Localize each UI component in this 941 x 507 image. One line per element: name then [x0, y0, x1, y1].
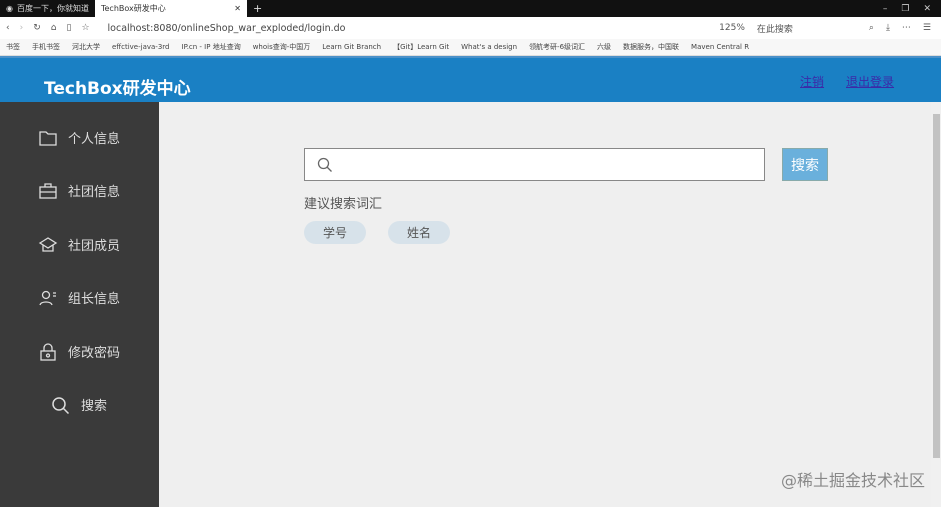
search-icon — [52, 396, 70, 414]
reader-icon[interactable]: ▯ — [66, 23, 71, 33]
bookmark-item[interactable]: Maven Central R — [691, 43, 749, 51]
app-header: TechBox研发中心 注销 退出登录 — [0, 56, 941, 102]
user-icon — [39, 290, 56, 305]
new-tab-button[interactable]: + — [247, 2, 262, 15]
scrollbar[interactable] — [931, 102, 941, 507]
menu-icon[interactable]: ☰ — [923, 23, 931, 33]
sidebar-item-label: 个人信息 — [68, 132, 121, 147]
search-icon[interactable]: ⌕ — [869, 23, 874, 33]
tab-baidu[interactable]: ◉ 百度一下，你就知道 — [0, 0, 95, 17]
star-icon[interactable]: ☆ — [81, 23, 89, 33]
minimize-icon[interactable]: – — [883, 4, 888, 14]
sidebar: 个人信息 社团信息 社团成员 组长信息 修改密码 搜索 — [0, 102, 159, 507]
suggestion-chip-name[interactable]: 姓名 — [388, 221, 450, 244]
bookmark-item[interactable]: 【Git】Learn Git — [393, 42, 449, 52]
watermark: @稀土掘金技术社区 — [780, 471, 925, 490]
bookmark-item[interactable]: whois查询-中国万 — [253, 42, 311, 52]
bookmark-item[interactable]: 书签 — [6, 42, 20, 52]
folder-icon — [39, 130, 57, 146]
bookmark-item[interactable]: 手机书签 — [32, 42, 60, 52]
tab-techbox[interactable]: TechBox研发中心 ✕ — [94, 0, 247, 17]
suggestion-label: 建议搜索词汇 — [304, 197, 383, 212]
sidebar-item-label: 社团成员 — [68, 239, 121, 254]
tab-title: 百度一下，你就知道 — [16, 4, 89, 13]
logout-link[interactable]: 注销 — [800, 73, 824, 90]
home-icon[interactable]: ⌂ — [51, 23, 57, 33]
sign-out-link[interactable]: 退出登录 — [846, 73, 894, 90]
sidebar-item-change-password[interactable]: 修改密码 — [38, 342, 120, 361]
zoom-level[interactable]: 125% — [719, 23, 745, 33]
bookmark-item[interactable]: What's a design — [461, 43, 517, 51]
bookmark-item[interactable]: Learn Git Branch — [322, 43, 381, 51]
bookmark-item[interactable]: IP.cn - IP 地址查询 — [182, 42, 241, 52]
sidebar-item-club-info[interactable]: 社团信息 — [38, 181, 120, 200]
forward-icon[interactable]: › — [20, 23, 24, 33]
sidebar-item-club-members[interactable]: 社团成员 — [38, 235, 120, 254]
web-search-input[interactable]: 在此搜索 — [757, 22, 857, 35]
window-close-icon[interactable]: ✕ — [923, 4, 931, 14]
bookmark-item[interactable]: 领航考研-6级词汇 — [529, 42, 585, 52]
main-content: 搜索 建议搜索词汇 学号 姓名 — [159, 102, 931, 507]
scrollbar-thumb[interactable] — [933, 114, 940, 458]
suggestion-chip-student-id[interactable]: 学号 — [304, 221, 366, 244]
url-input[interactable]: localhost:8080/onlineShop_war_exploded/l… — [108, 23, 346, 34]
lock-icon — [40, 342, 56, 361]
restore-icon[interactable]: ❐ — [901, 4, 909, 14]
bookmark-item[interactable]: 六级 — [597, 42, 611, 52]
back-icon[interactable]: ‹ — [6, 23, 10, 33]
bookmarks-bar: 书签 手机书签 河北大学 effctive-java-3rd IP.cn - I… — [0, 39, 941, 56]
bookmark-item[interactable]: 河北大学 — [72, 42, 100, 52]
graduation-cap-icon — [38, 236, 58, 252]
address-bar: ‹ › ↻ ⌂ ▯ ☆ localhost:8080/onlineShop_war_e… — [0, 17, 941, 39]
sidebar-item-label: 修改密码 — [68, 346, 121, 361]
search-icon — [317, 157, 332, 172]
sidebar-item-label: 搜索 — [81, 399, 108, 414]
sidebar-item-label: 组长信息 — [68, 292, 121, 307]
more-icon[interactable]: ⋯ — [902, 23, 911, 33]
sidebar-item-profile[interactable]: 个人信息 — [38, 128, 120, 147]
tab-title: TechBox研发中心 — [100, 4, 166, 13]
browser-tab-bar: ◉ 百度一下，你就知道 TechBox研发中心 ✕ + – ❐ ✕ — [0, 0, 941, 17]
download-icon[interactable]: ⤓ — [886, 23, 890, 33]
bookmark-item[interactable]: effctive-java-3rd — [112, 43, 170, 51]
app-title: TechBox研发中心 — [44, 79, 191, 99]
search-button[interactable]: 搜索 — [782, 148, 828, 181]
reload-icon[interactable]: ↻ — [33, 23, 41, 33]
search-input[interactable] — [304, 148, 765, 181]
close-icon[interactable]: ✕ — [234, 4, 241, 13]
sidebar-item-search[interactable]: 搜索 — [51, 395, 107, 414]
sidebar-item-leader-info[interactable]: 组长信息 — [38, 288, 120, 307]
browser-logo-icon: ◉ — [6, 4, 13, 13]
bookmark-item[interactable]: 数据服务，中国联 — [623, 42, 679, 52]
briefcase-icon — [39, 182, 57, 199]
sidebar-item-label: 社团信息 — [68, 185, 121, 200]
